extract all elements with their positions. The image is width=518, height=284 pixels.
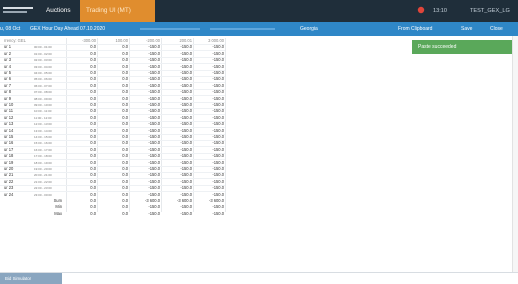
summary-value: 0.0 <box>90 198 96 203</box>
summary-value: 0.0 <box>122 204 128 210</box>
dim-toolbar-control[interactable] <box>210 28 275 30</box>
summary-value: -150.0 <box>148 204 160 210</box>
summary-value: 0.0 <box>122 198 128 203</box>
dim-toolbar-control[interactable] <box>140 28 200 30</box>
summary-value: -3 600.0 <box>208 198 224 203</box>
volume-cell[interactable]: -150.0 <box>162 192 192 198</box>
summary-value: -150.0 <box>212 204 224 210</box>
volume-cell[interactable]: -150.0 <box>194 192 224 198</box>
bid-simulator-tab[interactable]: Bid Simulator <box>0 273 62 284</box>
delivery-date[interactable]: u, 08 Oct <box>0 22 20 36</box>
app-logo <box>3 7 33 16</box>
summary-value: -3 600.0 <box>176 198 192 203</box>
summary-value: 0.0 <box>90 210 96 216</box>
toast-notification: Paste succeeded <box>412 40 512 54</box>
footer-divider <box>0 272 518 273</box>
from-clipboard-button[interactable]: From Clipboard <box>398 22 432 36</box>
tab-trading-ui[interactable]: Trading UI (MT) <box>80 0 155 22</box>
summary-label: Max <box>54 210 62 216</box>
portfolio-name[interactable]: Georgia <box>300 22 318 36</box>
summary-value: -3 600.0 <box>144 198 160 203</box>
close-button[interactable]: Close <box>490 22 503 36</box>
volume-cell[interactable]: -150.0 <box>130 192 160 198</box>
summary-value: -150.0 <box>148 210 160 216</box>
summary-label: Sum <box>53 198 62 203</box>
summary-value: 0.0 <box>122 210 128 216</box>
notification-icon[interactable] <box>417 6 425 14</box>
hour-label: ur 24 <box>4 191 14 197</box>
summary-label: Min <box>55 204 62 210</box>
summary-value: -150.0 <box>180 204 192 210</box>
tab-auctions[interactable]: Auctions <box>40 0 77 22</box>
user-name[interactable]: TEST_GEX_LG <box>470 0 510 22</box>
summary-value: -150.0 <box>212 210 224 216</box>
summary-value: 0.0 <box>90 204 96 210</box>
auction-name[interactable]: GEX Hour Day Ahead 07.10.2020 <box>30 22 105 36</box>
clock: 13:10 <box>433 8 447 14</box>
hour-time-range: 23:00 - 00:00 <box>34 192 52 197</box>
summary-value: -150.0 <box>180 210 192 216</box>
column-divider <box>225 38 226 212</box>
toolbar: u, 08 Oct GEX Hour Day Ahead 07.10.2020 … <box>0 22 518 36</box>
volume-cell[interactable]: 0.0 <box>98 192 128 198</box>
save-button[interactable]: Save <box>461 22 472 36</box>
volume-cell[interactable]: 0.0 <box>66 192 96 198</box>
vertical-scrollbar[interactable] <box>512 36 518 272</box>
top-bar: Auctions Trading UI (MT) 13:10 TEST_GEX_… <box>0 0 518 22</box>
